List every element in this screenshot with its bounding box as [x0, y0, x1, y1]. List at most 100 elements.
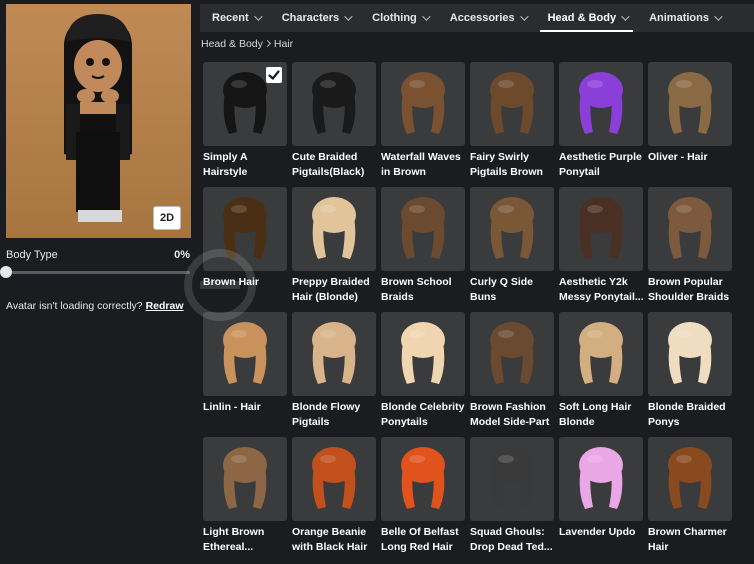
- item-thumbnail[interactable]: [292, 62, 376, 146]
- view-2d-button[interactable]: 2D: [153, 206, 181, 230]
- item-thumbnail[interactable]: [203, 62, 287, 146]
- item-card[interactable]: Lavender Updo: [559, 437, 643, 540]
- item-card[interactable]: Light Brown Ethereal...: [203, 437, 287, 555]
- item-thumbnail[interactable]: [292, 437, 376, 521]
- hair-icon: [490, 72, 534, 134]
- tab-animations[interactable]: Animations: [637, 4, 730, 32]
- hair-icon: [401, 72, 445, 134]
- item-card[interactable]: Blonde Braided Ponys: [648, 312, 732, 430]
- item-card[interactable]: Squad Ghouls: Drop Dead Ted...: [470, 437, 554, 555]
- tab-label: Head & Body: [547, 12, 617, 24]
- hair-icon: [223, 197, 267, 259]
- item-thumbnail[interactable]: [648, 187, 732, 271]
- breadcrumb-current: Hair: [273, 38, 294, 50]
- item-card[interactable]: Aesthetic Y2k Messy Ponytail...: [559, 187, 644, 305]
- item-name: Cute Braided Pigtails(Black): [292, 151, 365, 178]
- item-name: Lavender Updo: [559, 526, 636, 538]
- item-thumbnail[interactable]: [470, 187, 554, 271]
- item-thumbnail[interactable]: [381, 62, 465, 146]
- item-card[interactable]: Brown School Braids: [381, 187, 465, 305]
- item-name: Curly Q Side Buns: [470, 276, 534, 303]
- tab-head-body[interactable]: Head & Body: [536, 4, 637, 32]
- item-thumbnail[interactable]: [470, 62, 554, 146]
- item-thumbnail[interactable]: [648, 62, 732, 146]
- item-card[interactable]: Waterfall Waves in Brown: [381, 62, 465, 180]
- chevron-down-icon: [344, 12, 353, 21]
- left-panel: 2D Body Type 0% Avatar isn't loading cor…: [0, 0, 196, 564]
- item-thumbnail[interactable]: [203, 437, 287, 521]
- item-name: Aesthetic Y2k Messy Ponytail...: [559, 276, 644, 303]
- item-name: Simply A Hairstyle: [203, 151, 248, 178]
- item-card[interactable]: Brown Hair: [203, 187, 287, 290]
- item-card[interactable]: Aesthetic Purple Ponytail: [559, 62, 643, 180]
- item-card[interactable]: Brown Charmer Hair: [648, 437, 732, 555]
- item-name: Linlin - Hair: [203, 401, 261, 413]
- item-thumbnail[interactable]: [648, 312, 732, 396]
- item-thumbnail[interactable]: [203, 312, 287, 396]
- tab-recent[interactable]: Recent: [200, 4, 270, 32]
- tab-accessories[interactable]: Accessories: [438, 4, 536, 32]
- item-card[interactable]: Oliver - Hair: [648, 62, 732, 165]
- item-name: Brown Hair: [203, 276, 260, 288]
- item-thumbnail[interactable]: [381, 312, 465, 396]
- item-card[interactable]: Belle Of Belfast Long Red Hair: [381, 437, 465, 555]
- body-type-label: Body Type: [6, 249, 58, 261]
- item-thumbnail[interactable]: [648, 437, 732, 521]
- item-card[interactable]: Brown Popular Shoulder Braids: [648, 187, 732, 305]
- redraw-link[interactable]: Redraw: [146, 300, 184, 312]
- item-card[interactable]: Simply A Hairstyle: [203, 62, 287, 180]
- item-card[interactable]: Cute Braided Pigtails(Black): [292, 62, 376, 180]
- item-card[interactable]: Blonde Celebrity Ponytails: [381, 312, 465, 430]
- body-type-slider-track[interactable]: [6, 271, 190, 274]
- item-card[interactable]: Orange Beanie with Black Hair: [292, 437, 376, 555]
- item-card[interactable]: Curly Q Side Buns: [470, 187, 554, 305]
- hair-icon: [579, 322, 623, 384]
- item-thumbnail[interactable]: [470, 312, 554, 396]
- item-card[interactable]: Brown Fashion Model Side-Part: [470, 312, 554, 430]
- tab-clothing[interactable]: Clothing: [360, 4, 438, 32]
- hair-icon: [401, 322, 445, 384]
- tab-label: Recent: [212, 12, 249, 24]
- item-thumbnail[interactable]: [559, 187, 643, 271]
- checkmark-icon: [266, 67, 282, 83]
- hair-icon: [490, 447, 534, 509]
- item-card[interactable]: Fairy Swirly Pigtails Brown: [470, 62, 554, 180]
- item-card[interactable]: Soft Long Hair Blonde: [559, 312, 643, 430]
- tab-characters[interactable]: Characters: [270, 4, 360, 32]
- item-thumbnail[interactable]: [470, 437, 554, 521]
- item-name: Light Brown Ethereal...: [203, 526, 265, 553]
- chevron-down-icon: [421, 12, 431, 21]
- hair-icon: [668, 322, 712, 384]
- item-thumbnail[interactable]: [559, 62, 643, 146]
- avatar-figure: [64, 14, 132, 222]
- item-name: Orange Beanie with Black Hair: [292, 526, 368, 553]
- body-type-slider-thumb[interactable]: [0, 266, 12, 278]
- item-name: Preppy Braided Hair (Blonde): [292, 276, 370, 303]
- item-name: Brown Charmer Hair: [648, 526, 727, 553]
- hair-icon: [668, 447, 712, 509]
- item-thumbnail[interactable]: [559, 312, 643, 396]
- tab-label: Animations: [649, 12, 709, 24]
- loading-message-text: Avatar isn't loading correctly?: [6, 300, 143, 312]
- hair-icon: [223, 447, 267, 509]
- item-thumbnail[interactable]: [381, 187, 465, 271]
- hair-icon: [312, 197, 356, 259]
- item-thumbnail[interactable]: [559, 437, 643, 521]
- item-card[interactable]: Linlin - Hair: [203, 312, 287, 415]
- hair-icon: [312, 322, 356, 384]
- breadcrumb-parent[interactable]: Head & Body: [201, 38, 263, 50]
- item-card[interactable]: Blonde Flowy Pigtails: [292, 312, 376, 430]
- body-type-value: 0%: [174, 249, 190, 261]
- chevron-down-icon: [621, 12, 630, 21]
- avatar-preview[interactable]: 2D: [6, 4, 191, 238]
- item-card[interactable]: Preppy Braided Hair (Blonde): [292, 187, 376, 305]
- hair-icon: [490, 197, 534, 259]
- item-name: Squad Ghouls: Drop Dead Ted...: [470, 526, 553, 553]
- item-name: Brown Popular Shoulder Braids: [648, 276, 730, 303]
- item-thumbnail[interactable]: [292, 312, 376, 396]
- item-thumbnail[interactable]: [381, 437, 465, 521]
- item-name: Oliver - Hair: [648, 151, 708, 163]
- item-thumbnail[interactable]: [292, 187, 376, 271]
- item-name: Blonde Flowy Pigtails: [292, 401, 361, 428]
- item-thumbnail[interactable]: [203, 187, 287, 271]
